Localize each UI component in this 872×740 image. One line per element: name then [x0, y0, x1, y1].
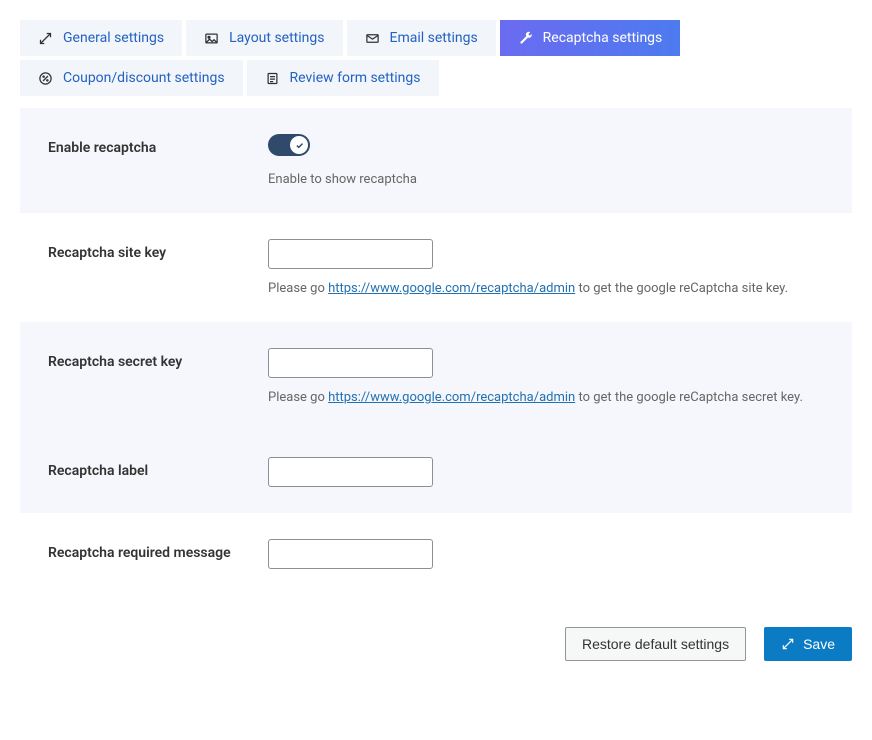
mail-icon [365, 31, 380, 46]
form-icon [265, 71, 280, 86]
field-row-secret-key: Recaptcha secret key Please go https://w… [20, 322, 852, 431]
toggle-knob [290, 136, 308, 154]
save-button[interactable]: Save [764, 627, 852, 661]
field-row-enable-recaptcha: Enable recaptcha Enable to show recaptch… [20, 108, 852, 213]
recaptcha-secret-key-input[interactable] [268, 348, 433, 378]
tab-label: Recaptcha settings [543, 30, 663, 46]
field-label: Recaptcha secret key [48, 348, 268, 370]
percent-circle-icon [38, 71, 53, 86]
restore-defaults-button[interactable]: Restore default settings [565, 627, 746, 661]
recaptcha-admin-link[interactable]: https://www.google.com/recaptcha/admin [328, 390, 575, 405]
field-row-required-message: Recaptcha required message [20, 513, 852, 595]
field-row-site-key: Recaptcha site key Please go https://www… [20, 213, 852, 322]
expand-icon [38, 31, 53, 46]
field-help: Please go https://www.google.com/recaptc… [268, 390, 824, 405]
help-pre: Please go [268, 281, 328, 296]
tab-label: Coupon/discount settings [63, 70, 225, 86]
field-label: Enable recaptcha [48, 134, 268, 156]
field-label: Recaptcha site key [48, 239, 268, 261]
recaptcha-label-input[interactable] [268, 457, 433, 487]
help-pre: Please go [268, 390, 328, 405]
tab-label: Review form settings [290, 70, 421, 86]
help-post: to get the google reCaptcha site key. [575, 281, 788, 296]
tab-general-settings[interactable]: General settings [20, 20, 182, 56]
field-help: Please go https://www.google.com/recaptc… [268, 281, 824, 296]
tab-layout-settings[interactable]: Layout settings [186, 20, 342, 56]
tab-review-form-settings[interactable]: Review form settings [247, 60, 439, 96]
footer-actions: Restore default settings Save [20, 627, 852, 661]
tab-label: Email settings [390, 30, 478, 46]
tab-label: General settings [63, 30, 164, 46]
tab-coupon-settings[interactable]: Coupon/discount settings [20, 60, 243, 96]
recaptcha-admin-link[interactable]: https://www.google.com/recaptcha/admin [328, 281, 575, 296]
recaptcha-site-key-input[interactable] [268, 239, 433, 269]
image-icon [204, 31, 219, 46]
enable-recaptcha-toggle[interactable] [268, 134, 310, 156]
field-row-recaptcha-label: Recaptcha label [20, 431, 852, 513]
tab-recaptcha-settings[interactable]: Recaptcha settings [500, 20, 681, 56]
recaptcha-required-message-input[interactable] [268, 539, 433, 569]
save-button-label: Save [803, 636, 835, 652]
tab-email-settings[interactable]: Email settings [347, 20, 496, 56]
wrench-icon [518, 31, 533, 46]
recaptcha-settings-panel: Enable recaptcha Enable to show recaptch… [20, 108, 852, 595]
field-label: Recaptcha label [48, 457, 268, 479]
field-label: Recaptcha required message [48, 539, 268, 561]
settings-tabs: General settings Layout settings Email s… [20, 20, 852, 96]
help-post: to get the google reCaptcha secret key. [575, 390, 803, 405]
expand-icon [781, 637, 795, 651]
field-help: Enable to show recaptcha [268, 172, 824, 187]
tab-label: Layout settings [229, 30, 324, 46]
